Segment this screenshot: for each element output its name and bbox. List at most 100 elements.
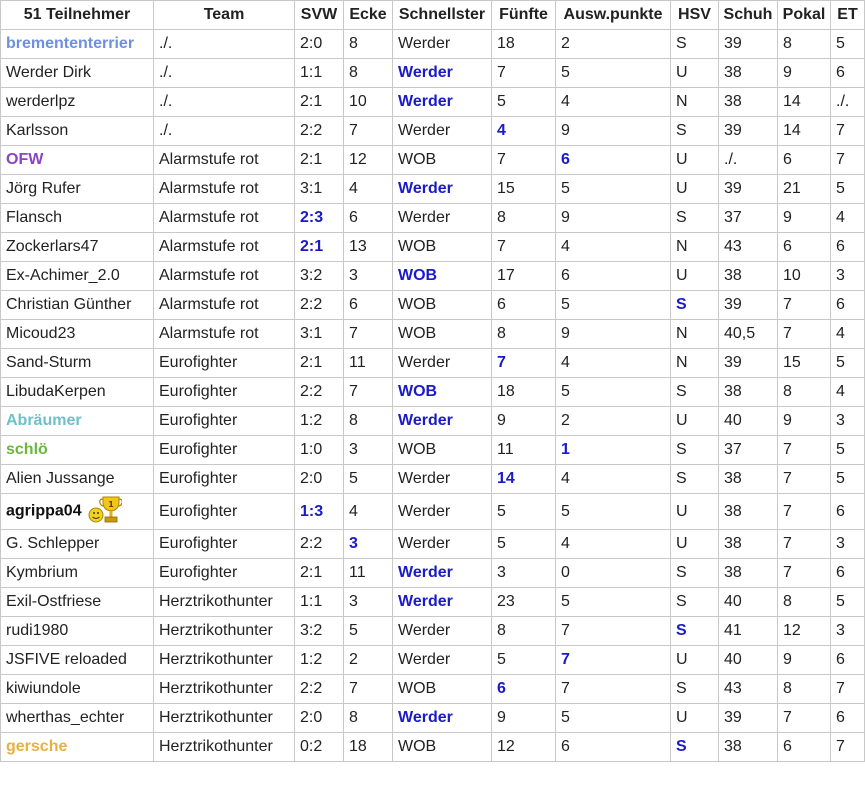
cell-et: 3 bbox=[830, 616, 865, 646]
cell-hsv: U bbox=[670, 174, 719, 204]
cell-schnellster-text: WOB bbox=[398, 680, 437, 697]
cell-name: werderlpz bbox=[0, 87, 154, 117]
cell-pokal: 15 bbox=[777, 348, 831, 378]
cell-fuenfte-text: 5 bbox=[497, 535, 506, 552]
cell-ecke: 8 bbox=[343, 58, 393, 88]
cell-fuenfte: 3 bbox=[491, 558, 556, 588]
cell-svw: 2:1 bbox=[294, 145, 344, 175]
cell-team: ./. bbox=[153, 87, 295, 117]
cell-schnellster: WOB bbox=[392, 145, 492, 175]
cell-team-text: Alarmstufe rot bbox=[159, 238, 259, 255]
cell-et-text: 3 bbox=[836, 412, 845, 429]
cell-schnellster: Werder bbox=[392, 174, 492, 204]
table-row: Werder Dirk ./. 1:1 8 Werder 7 5 U 38 9 6 bbox=[0, 58, 865, 88]
cell-name-text: Kymbrium bbox=[6, 564, 79, 581]
cell-ecke: 6 bbox=[343, 203, 393, 233]
cell-schuh-text: 38 bbox=[724, 564, 742, 581]
cell-pokal-text: 14 bbox=[783, 122, 801, 139]
cell-et: 6 bbox=[830, 645, 865, 675]
table-row: kiwiundole Herztrikothunter 2:2 7 WOB 6 7 S 43 8 7 bbox=[0, 674, 865, 704]
cell-name: Flansch bbox=[0, 203, 154, 233]
cell-name-text: Exil-Ostfriese bbox=[6, 593, 102, 610]
participants-table: 51 Teilnehmer Team SVW Ecke Schnellster Fünft… bbox=[0, 0, 865, 762]
cell-fuenfte-text: 7 bbox=[497, 238, 506, 255]
cell-schnellster: WOB bbox=[392, 232, 492, 262]
cell-schuh: 38 bbox=[718, 464, 778, 494]
cell-svw-text: 1:0 bbox=[300, 441, 323, 458]
cell-schuh-text: ./. bbox=[724, 151, 738, 168]
cell-team-text: Herztrikothunter bbox=[159, 622, 273, 639]
cell-pokal: 6 bbox=[777, 232, 831, 262]
cell-name-text: kiwiundole bbox=[6, 680, 81, 697]
cell-schnellster: WOB bbox=[392, 732, 492, 762]
cell-pokal-text: 7 bbox=[783, 441, 792, 458]
cell-et-text: 6 bbox=[836, 64, 845, 81]
cell-team-text: Eurofighter bbox=[159, 502, 238, 520]
cell-pokal: 14 bbox=[777, 87, 831, 117]
cell-fuenfte: 5 bbox=[491, 87, 556, 117]
cell-et-text: 6 bbox=[836, 296, 845, 313]
cell-fuenfte-text: 18 bbox=[497, 35, 515, 52]
cell-schuh-text: 40 bbox=[724, 593, 742, 610]
cell-name-text: Abräumer bbox=[6, 412, 82, 429]
cell-et-text: 6 bbox=[836, 564, 845, 581]
cell-auswpunkte: 5 bbox=[555, 377, 671, 407]
cell-hsv: U bbox=[670, 406, 719, 436]
cell-hsv-text: U bbox=[676, 267, 688, 284]
cell-et: ./. bbox=[830, 87, 865, 117]
cell-auswpunkte: 6 bbox=[555, 261, 671, 291]
cell-schuh-text: 39 bbox=[724, 354, 742, 371]
header-col-schnellster: Schnellster bbox=[392, 0, 492, 30]
cell-et: 4 bbox=[830, 377, 865, 407]
cell-svw-text: 2:2 bbox=[300, 296, 323, 313]
cell-name-text: bremententerrier bbox=[6, 35, 135, 52]
cell-hsv-text: U bbox=[676, 180, 688, 197]
cell-svw-text: 2:2 bbox=[300, 535, 323, 552]
cell-auswpunkte-text: 5 bbox=[561, 709, 570, 726]
cell-hsv-text: S bbox=[676, 35, 687, 52]
cell-hsv: S bbox=[670, 435, 719, 465]
cell-hsv-text: U bbox=[676, 535, 688, 552]
cell-et-text: 5 bbox=[836, 593, 845, 610]
cell-svw: 3:2 bbox=[294, 616, 344, 646]
cell-auswpunkte: 1 bbox=[555, 435, 671, 465]
cell-schuh-text: 37 bbox=[724, 441, 742, 458]
cell-auswpunkte: 5 bbox=[555, 493, 671, 530]
cell-schnellster: Werder bbox=[392, 116, 492, 146]
cell-team-text: Eurofighter bbox=[159, 354, 238, 371]
cell-et-text: 5 bbox=[836, 35, 845, 52]
table-row: JSFIVE reloaded Herztrikothunter 1:2 2 Werde… bbox=[0, 645, 865, 675]
svg-text:1: 1 bbox=[108, 500, 114, 509]
cell-name: Alien Jussange bbox=[0, 464, 154, 494]
cell-ecke: 3 bbox=[343, 435, 393, 465]
cell-hsv: U bbox=[670, 645, 719, 675]
cell-auswpunkte-text: 9 bbox=[561, 209, 570, 226]
cell-svw-text: 3:1 bbox=[300, 325, 323, 342]
cell-fuenfte: 11 bbox=[491, 435, 556, 465]
cell-et: 7 bbox=[830, 732, 865, 762]
cell-schuh-text: 38 bbox=[724, 502, 742, 520]
cell-name-text: schlö bbox=[6, 441, 48, 458]
cell-fuenfte: 5 bbox=[491, 493, 556, 530]
cell-name: Zockerlars47 bbox=[0, 232, 154, 262]
cell-pokal-text: 7 bbox=[783, 535, 792, 552]
cell-auswpunkte: 2 bbox=[555, 406, 671, 436]
cell-team-text: Herztrikothunter bbox=[159, 593, 273, 610]
cell-pokal: 7 bbox=[777, 558, 831, 588]
cell-svw: 2:2 bbox=[294, 377, 344, 407]
cell-fuenfte-text: 11 bbox=[497, 441, 514, 458]
cell-hsv-text: S bbox=[676, 738, 687, 755]
cell-name: G. Schlepper bbox=[0, 529, 154, 559]
cell-name-text: gersche bbox=[6, 738, 68, 755]
cell-et-text: 7 bbox=[836, 151, 845, 168]
cell-team: Alarmstufe rot bbox=[153, 145, 295, 175]
cell-pokal-text: 8 bbox=[783, 35, 792, 52]
cell-schnellster-text: Werder bbox=[398, 564, 453, 581]
cell-svw-text: 2:1 bbox=[300, 354, 323, 371]
cell-schnellster-text: Werder bbox=[398, 93, 453, 110]
cell-auswpunkte-text: 4 bbox=[561, 354, 570, 371]
cell-hsv: U bbox=[670, 529, 719, 559]
cell-auswpunkte-text: 7 bbox=[561, 680, 570, 697]
cell-et-text: 3 bbox=[836, 622, 845, 639]
cell-fuenfte: 5 bbox=[491, 529, 556, 559]
